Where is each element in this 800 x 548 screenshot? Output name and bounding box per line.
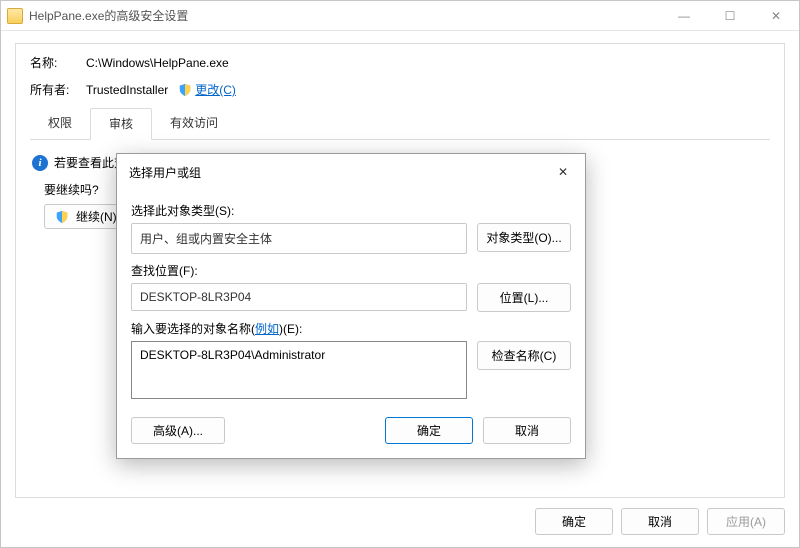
name-value: C:\Windows\HelpPane.exe — [86, 56, 229, 70]
object-names-input[interactable]: DESKTOP-8LR3P04\Administrator — [131, 341, 467, 399]
name-label: 名称: — [30, 54, 86, 71]
advanced-security-window: HelpPane.exe的高级安全设置 — ☐ ✕ 名称: C:\Windows… — [0, 0, 800, 548]
change-owner-link[interactable]: 更改(C) — [195, 81, 236, 98]
shield-icon — [178, 83, 192, 97]
window-footer: 确定 取消 应用(A) — [1, 498, 799, 547]
object-types-button[interactable]: 对象类型(O)... — [477, 223, 571, 252]
dialog-close-button[interactable]: ✕ — [551, 162, 575, 182]
dialog-title: 选择用户或组 — [129, 164, 551, 181]
locations-button[interactable]: 位置(L)... — [477, 283, 571, 312]
dialog-ok-button[interactable]: 确定 — [385, 417, 473, 444]
owner-label: 所有者: — [30, 81, 86, 98]
tab-effective-access[interactable]: 有效访问 — [152, 108, 236, 139]
tab-permissions[interactable]: 权限 — [30, 108, 90, 139]
select-user-group-dialog: 选择用户或组 ✕ 选择此对象类型(S): 用户、组或内置安全主体 对象类型(O)… — [116, 153, 586, 459]
object-type-value: 用户、组或内置安全主体 — [131, 223, 467, 254]
close-button[interactable]: ✕ — [753, 1, 799, 31]
check-names-button[interactable]: 检查名称(C) — [477, 341, 571, 370]
folder-icon — [7, 8, 23, 24]
advanced-button[interactable]: 高级(A)... — [131, 417, 225, 444]
object-type-label: 选择此对象类型(S): — [131, 204, 234, 218]
info-icon: i — [32, 155, 48, 171]
examples-link[interactable]: 例如 — [255, 322, 279, 336]
minimize-button[interactable]: — — [661, 1, 707, 31]
cancel-button[interactable]: 取消 — [621, 508, 699, 535]
tab-audit[interactable]: 审核 — [90, 108, 152, 140]
titlebar[interactable]: HelpPane.exe的高级安全设置 — ☐ ✕ — [1, 1, 799, 31]
ok-button[interactable]: 确定 — [535, 508, 613, 535]
tabs: 权限 审核 有效访问 — [30, 108, 770, 140]
maximize-button[interactable]: ☐ — [707, 1, 753, 31]
object-names-label: 输入要选择的对象名称(例如)(E): — [131, 320, 571, 337]
dialog-cancel-button[interactable]: 取消 — [483, 417, 571, 444]
owner-value: TrustedInstaller — [86, 83, 168, 97]
apply-button[interactable]: 应用(A) — [707, 508, 785, 535]
shield-icon — [55, 210, 69, 224]
window-title: HelpPane.exe的高级安全设置 — [29, 7, 661, 24]
location-value: DESKTOP-8LR3P04 — [131, 283, 467, 311]
location-label: 查找位置(F): — [131, 264, 198, 278]
